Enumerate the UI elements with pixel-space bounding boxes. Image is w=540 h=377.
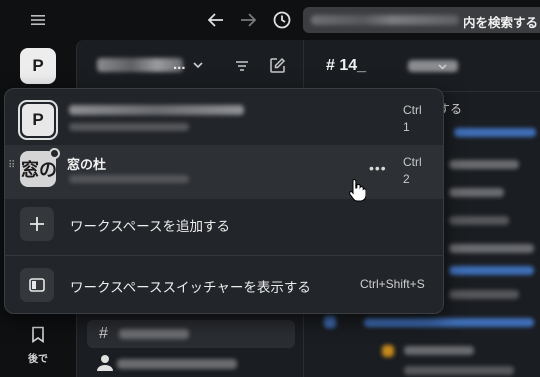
workspace-switcher-menu: P Ctrl 1 ⠿ 窓の 窓の杜 ••• Ctrl 2 ワークスペースを追加す… bbox=[4, 88, 444, 314]
workspace-name: 窓の杜 bbox=[67, 157, 107, 172]
filter-icon[interactable] bbox=[235, 60, 249, 72]
workspace-name-blur bbox=[69, 105, 244, 115]
channel-name[interactable]: # 14_ bbox=[326, 57, 366, 75]
user-icon bbox=[97, 355, 113, 371]
workspace-shortcut: Ctrl 2 bbox=[403, 155, 422, 186]
message-text-blur bbox=[449, 290, 519, 299]
search-workspace-blur bbox=[311, 15, 459, 25]
sidebar-dm-item[interactable] bbox=[97, 352, 297, 376]
search-placeholder-suffix: 内を検索する bbox=[463, 16, 539, 30]
workspace-url-blur bbox=[69, 123, 189, 131]
forward-arrow-icon[interactable] bbox=[236, 8, 260, 32]
top-bar: 内を検索する bbox=[0, 0, 540, 40]
sidebar-channel-item[interactable]: # bbox=[87, 320, 295, 348]
hash-icon: # bbox=[99, 325, 108, 342]
show-switcher-shortcut: Ctrl+Shift+S bbox=[360, 277, 425, 291]
reaction-blur bbox=[324, 316, 336, 328]
workspace-item[interactable]: ⠿ 窓の 窓の杜 ••• Ctrl 2 bbox=[5, 145, 443, 199]
message-link-blur bbox=[449, 266, 534, 275]
reply-author-blur bbox=[404, 346, 474, 355]
workspace-name-blur[interactable] bbox=[97, 58, 183, 72]
message-link-blur bbox=[454, 128, 536, 137]
sidebar-panel-icon bbox=[20, 268, 54, 302]
more-options-button[interactable]: ••• bbox=[369, 160, 387, 176]
later-label: 後で bbox=[28, 354, 48, 365]
later-button[interactable]: 後で bbox=[20, 326, 56, 365]
chevron-down-icon[interactable] bbox=[438, 64, 447, 70]
message-text-blur bbox=[449, 188, 504, 197]
workspace-item[interactable]: P Ctrl 1 bbox=[5, 93, 443, 147]
channel-header: # 14_ bbox=[304, 40, 540, 92]
bookmark-icon bbox=[32, 326, 44, 344]
workspace-url-blur bbox=[69, 175, 189, 183]
add-workspace-button[interactable]: ワークスペースを追加する bbox=[5, 195, 443, 251]
history-clock-icon[interactable] bbox=[270, 8, 294, 32]
plus-icon bbox=[20, 207, 54, 241]
drag-handle-icon[interactable]: ⠿ bbox=[8, 161, 15, 171]
back-arrow-icon[interactable] bbox=[204, 8, 228, 32]
reply-text-blur bbox=[404, 366, 514, 375]
menu-icon[interactable] bbox=[26, 8, 50, 32]
hand-cursor-icon bbox=[349, 178, 366, 202]
workspace-tile[interactable]: P bbox=[20, 48, 56, 84]
message-text-blur bbox=[449, 244, 534, 253]
show-switcher-label: ワークスペーススイッチャーを表示する bbox=[70, 280, 311, 295]
message-text-blur bbox=[449, 160, 519, 169]
workspace-icon: P bbox=[18, 100, 58, 140]
add-workspace-label: ワークスペースを追加する bbox=[70, 219, 230, 234]
avatar-blur bbox=[382, 345, 394, 357]
thread-link-blur bbox=[364, 318, 534, 327]
dm-name-blur bbox=[117, 359, 237, 369]
sidebar-header: ... bbox=[77, 40, 305, 92]
compose-icon[interactable] bbox=[269, 57, 286, 74]
show-workspace-switcher-button[interactable]: ワークスペーススイッチャーを表示する Ctrl+Shift+S bbox=[5, 255, 443, 311]
channel-name-blur bbox=[119, 329, 189, 339]
channel-name-blur bbox=[408, 60, 458, 72]
message-text-blur bbox=[449, 216, 509, 225]
workspace-name-ellipsis: ... bbox=[173, 56, 186, 73]
workspace-shortcut: Ctrl 1 bbox=[403, 103, 422, 134]
search-input[interactable]: 内を検索する bbox=[303, 7, 540, 33]
chevron-down-icon[interactable] bbox=[193, 62, 203, 69]
status-dot-icon bbox=[49, 148, 60, 159]
